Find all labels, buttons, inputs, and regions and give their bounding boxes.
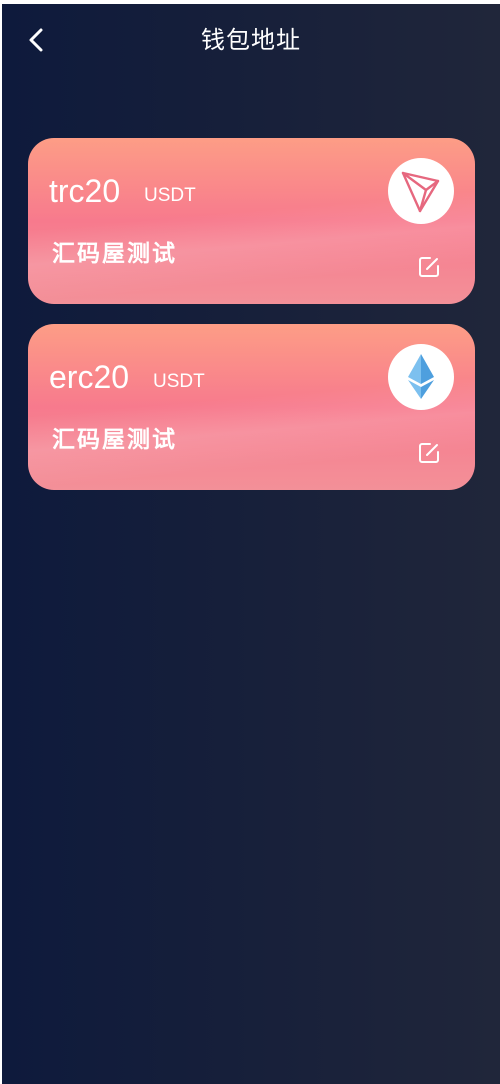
page-title: 钱包地址 (201, 26, 301, 54)
edit-button[interactable] (416, 440, 442, 466)
coin-symbol: USDT (144, 185, 196, 206)
chain-name: trc20 (49, 173, 121, 209)
coin-symbol: USDT (153, 371, 205, 392)
edit-button[interactable] (416, 254, 442, 280)
coin-logo (388, 344, 454, 410)
header: 钱包地址 (2, 4, 500, 76)
wallet-card-erc20[interactable]: erc20 USDT 汇码屋测试 (28, 324, 475, 490)
wallet-name: 汇码屋测试 (52, 427, 177, 453)
wallet-name: 汇码屋测试 (52, 241, 177, 267)
wallet-card-trc20[interactable]: trc20 USDT 汇码屋测试 (28, 138, 475, 304)
coin-logo (388, 158, 454, 224)
tron-logo-icon (401, 171, 440, 213)
chain-name: erc20 (49, 359, 130, 395)
ethereum-logo-icon (408, 354, 434, 399)
edit-icon (419, 443, 439, 463)
wallet-address-screen: 钱包地址 trc20 USDT 汇码屋测试 erc20 USDT 汇码屋测试 (2, 4, 500, 1084)
edit-icon (419, 257, 439, 277)
